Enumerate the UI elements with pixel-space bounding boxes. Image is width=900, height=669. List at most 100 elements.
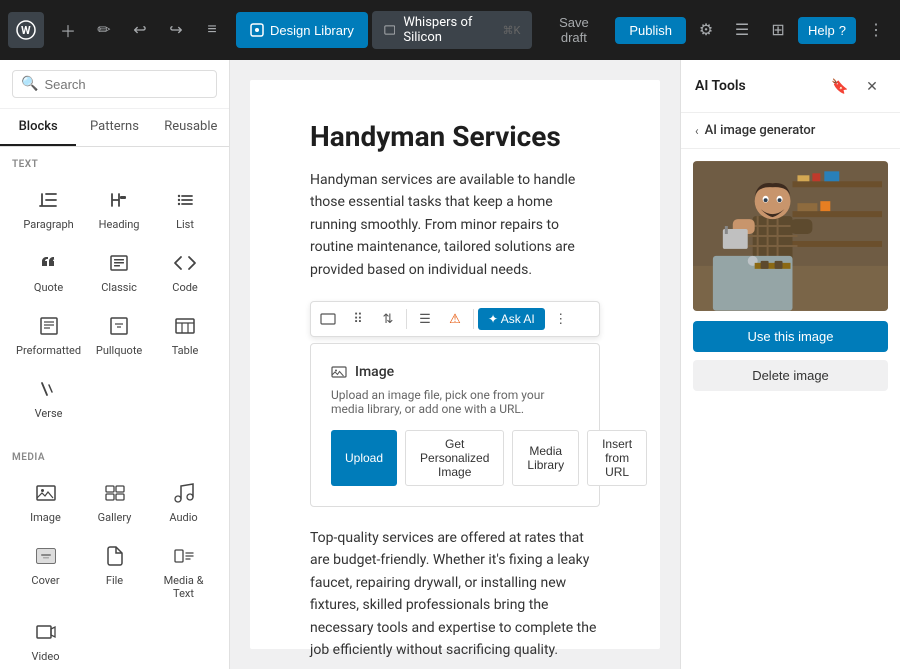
file-label: File [106,574,123,587]
media-text-icon [166,542,202,570]
verse-label: Verse [35,407,63,420]
layout-button[interactable]: ⊞ [762,14,794,46]
toolbar-separator-2 [473,309,474,329]
block-code[interactable]: Code [153,241,217,302]
audio-icon [166,479,202,507]
page-title-selector[interactable]: Whispers of Silicon ⌘K [372,11,533,49]
block-arrows-button[interactable]: ⇅ [374,305,402,333]
more-block-options[interactable]: ⋮ [547,305,575,333]
ai-image-generator-label: AI image generator [705,123,816,138]
search-box[interactable]: 🔍 [12,70,217,98]
main-content: 🔍 Blocks Patterns Reusable TEXT Paragrap… [0,60,900,669]
view-button[interactable]: ☰ [726,14,758,46]
save-draft-button[interactable]: Save draft [540,11,607,49]
media-library-button[interactable]: Media Library [512,430,579,486]
verse-icon [31,375,67,403]
edit-button[interactable]: ✏ [88,14,120,46]
ai-image-generator-nav[interactable]: ‹ AI image generator [681,113,900,149]
tools-button[interactable]: ≡ [196,14,228,46]
media-section-label: MEDIA [12,452,217,463]
add-block-button[interactable]: ＋ [52,14,84,46]
block-verse[interactable]: Verse [12,367,85,428]
ai-panel-title: AI Tools [695,78,746,94]
block-quote[interactable]: Quote [12,241,85,302]
ask-ai-button[interactable]: ✦ Ask AI [478,308,545,330]
get-personalized-image-button[interactable]: Get Personalized Image [405,430,504,486]
ai-panel: AI Tools 🔖 ✕ ‹ AI image generator [680,60,900,669]
undo-button[interactable]: ↩ [124,14,156,46]
image-block: Image Upload an image file, pick one fro… [310,343,600,507]
cover-icon [28,542,64,570]
list-icon [167,186,203,214]
close-ai-panel-button[interactable]: ✕ [858,72,886,100]
post-title[interactable]: Handyman Services [310,120,600,153]
block-toolbar: ⠿ ⇅ ☰ ⚠ ✦ Ask AI ⋮ [310,301,600,337]
block-image[interactable]: Image [12,471,79,532]
heading-label: Heading [99,218,140,231]
image-block-header: Image [331,364,579,380]
video-label: Video [32,650,60,663]
paragraph-label: Paragraph [23,218,73,231]
text-section: TEXT Paragraph Heading [0,147,229,440]
pullquote-icon [101,312,137,340]
block-media-text[interactable]: Media & Text [150,534,217,608]
tab-patterns[interactable]: Patterns [76,109,152,146]
topbar: W ＋ ✏ ↩ ↪ ≡ Design Library Whispers of S… [0,0,900,60]
paragraph-2[interactable]: Top-quality services are offered at rate… [310,527,600,661]
block-preformatted[interactable]: Preformatted [12,304,85,365]
code-label: Code [172,281,197,294]
table-label: Table [172,344,199,357]
image-block-actions: Upload Get Personalized Image Media Libr… [331,430,579,486]
block-audio[interactable]: Audio [150,471,217,532]
block-move-button[interactable]: ⠿ [344,305,372,333]
more-options-button[interactable]: ⋮ [860,14,892,46]
paragraph-icon [31,186,67,214]
media-section: MEDIA Image Gallery [0,440,229,669]
delete-image-button[interactable]: Delete image [693,360,888,391]
paragraph-1[interactable]: Handyman services are available to handl… [310,169,600,281]
sidebar-tabs: Blocks Patterns Reusable [0,109,229,147]
align-button[interactable]: ☰ [411,305,439,333]
gallery-label: Gallery [98,511,132,524]
insert-from-url-button[interactable]: Insert from URL [587,430,647,486]
image-align-button[interactable] [314,305,342,333]
publish-button[interactable]: Publish [615,17,686,44]
settings-button[interactable]: ⚙ [690,14,722,46]
redo-button[interactable]: ↪ [160,14,192,46]
design-library-button[interactable]: Design Library [236,12,368,48]
block-paragraph[interactable]: Paragraph [12,178,85,239]
topbar-center: Whispers of Silicon ⌘K Save draft Publis… [372,11,686,49]
wp-logo-button[interactable]: W [8,12,44,48]
tab-reusable[interactable]: Reusable [153,109,229,146]
chevron-left-icon: ‹ [695,124,699,138]
warning-button[interactable]: ⚠ [441,305,469,333]
code-icon [167,249,203,277]
pullquote-label: Pullquote [96,344,142,357]
topbar-right: ⚙ ☰ ⊞ Help ? ⋮ [690,14,892,46]
tab-blocks[interactable]: Blocks [0,109,76,146]
ai-image-container: Use this image Delete image [681,149,900,403]
list-label: List [176,218,194,231]
preformatted-icon [31,312,67,340]
block-list[interactable]: List [153,178,217,239]
editor-area: Handyman Services Handyman services are … [230,60,680,669]
block-pullquote[interactable]: Pullquote [87,304,151,365]
audio-label: Audio [169,511,197,524]
media-blocks-grid: Image Gallery Audio [12,471,217,669]
block-gallery[interactable]: Gallery [81,471,148,532]
ai-generated-image [693,161,888,311]
block-classic[interactable]: Classic [87,241,151,302]
block-table[interactable]: Table [153,304,217,365]
blocks-sidebar: 🔍 Blocks Patterns Reusable TEXT Paragrap… [0,60,230,669]
heading-icon [101,186,137,214]
help-button[interactable]: Help ? [798,17,856,44]
use-this-image-button[interactable]: Use this image [693,321,888,352]
block-heading[interactable]: Heading [87,178,151,239]
block-file[interactable]: File [81,534,148,608]
block-video[interactable]: Video [12,610,79,669]
quote-icon [31,249,67,277]
upload-button[interactable]: Upload [331,430,397,486]
block-cover[interactable]: Cover [12,534,79,608]
search-input[interactable] [44,77,208,92]
bookmark-button[interactable]: 🔖 [826,72,854,100]
